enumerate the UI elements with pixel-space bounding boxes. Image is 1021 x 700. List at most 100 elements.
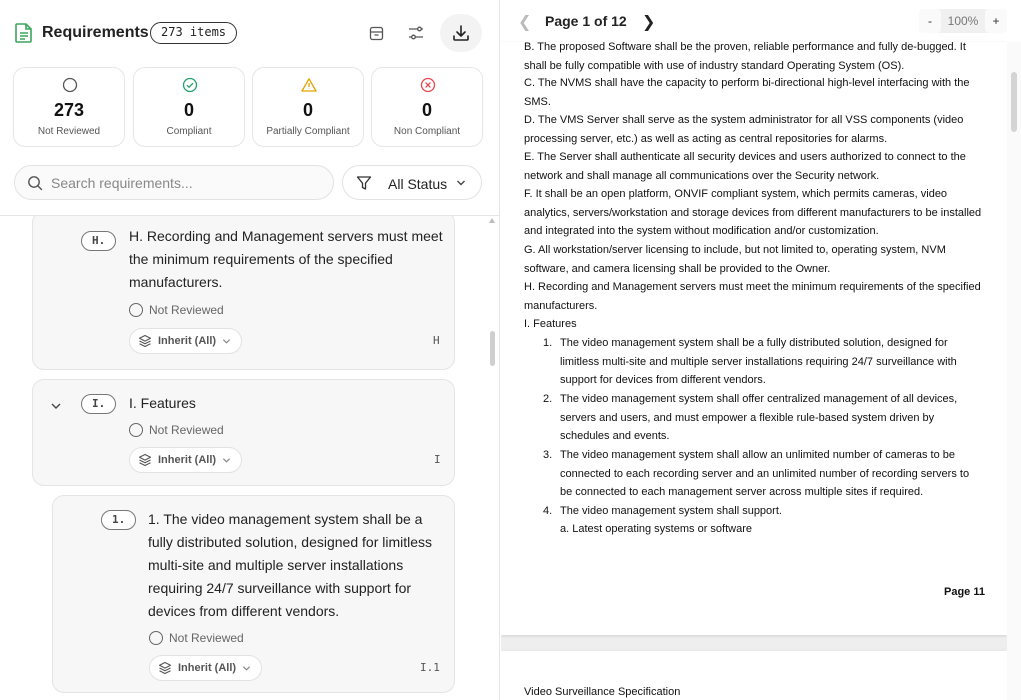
list-text: The video management system shall be a f… (560, 337, 957, 387)
scrollbar-thumb[interactable] (1011, 72, 1017, 132)
inherit-label: Inherit (All) (158, 335, 217, 347)
stat-compliant[interactable]: 0 Compliant (133, 67, 245, 147)
document-paragraph: D. The VMS Server shall serve as the sys… (524, 114, 964, 145)
chevron-down-icon (222, 457, 231, 463)
document-paragraph: H. Recording and Management servers must… (524, 281, 981, 312)
requirement-card[interactable]: I. I. Features Not Reviewed Inherit (All… (32, 379, 455, 486)
stat-label: Not Reviewed (37, 126, 101, 137)
requirement-badge: I. (81, 394, 117, 414)
viewer-scrollbar[interactable] (1007, 42, 1021, 700)
requirements-header: Requirements 273 items (0, 0, 499, 66)
inherit-dropdown[interactable]: Inherit (All) (129, 328, 243, 354)
list-number: 3. (543, 449, 553, 461)
document-page: B. The proposed Software shall be the pr… (501, 42, 1007, 635)
requirements-list: H. H. Recording and Management servers m… (0, 216, 499, 700)
inherit-dropdown[interactable]: Inherit (All) (129, 447, 243, 473)
page-footer: Page 11 (944, 586, 985, 598)
list-number: 1. (543, 337, 553, 349)
scroll-up-arrow-icon[interactable] (489, 218, 495, 223)
requirement-text: I. Features (129, 395, 196, 411)
list-number: 2. (543, 393, 553, 405)
inherit-label: Inherit (All) (178, 662, 237, 674)
circle-icon (129, 303, 143, 317)
circle-icon (149, 631, 163, 645)
chevron-down-icon (457, 180, 465, 186)
review-status[interactable]: Not Reviewed (129, 303, 224, 317)
stat-value: 0 (302, 100, 313, 120)
status-filter-dropdown[interactable]: All Status (342, 165, 482, 200)
stat-value: 0 (421, 100, 432, 120)
search-icon (28, 176, 43, 191)
inherit-label: Inherit (All) (158, 454, 217, 466)
requirement-code: I (434, 453, 441, 466)
warning-triangle-icon (301, 78, 317, 92)
search-box (14, 165, 334, 200)
list-number: 4. (543, 505, 553, 517)
scrollbar-thumb[interactable] (490, 331, 495, 366)
chevron-down-icon (222, 338, 231, 344)
requirement-card[interactable]: 1. 1. The video management system shall … (52, 495, 455, 693)
document-paragraph: E. The Server shall authenticate all sec… (524, 151, 966, 182)
settings-sliders-button[interactable] (403, 20, 429, 46)
status-label: Not Reviewed (149, 423, 224, 437)
list-scrollbar[interactable] (488, 216, 496, 700)
stat-label: Compliant (166, 126, 212, 137)
document-paragraph: I. Features (524, 318, 577, 330)
page-title: Requirements (42, 24, 149, 41)
document-paragraph: G. All workstation/server licensing to i… (524, 244, 946, 275)
layers-icon (138, 453, 152, 467)
status-label: Not Reviewed (169, 631, 244, 645)
check-circle-icon (182, 77, 198, 93)
archive-icon (369, 26, 383, 40)
document-page: Video Surveillance Specification (501, 651, 1007, 700)
chevron-right-icon[interactable]: ❯ (642, 12, 655, 32)
stat-label: Non Compliant (393, 126, 461, 137)
requirement-badge: H. (81, 231, 117, 251)
zoom-out-button[interactable]: - (919, 9, 941, 33)
review-status[interactable]: Not Reviewed (129, 423, 224, 437)
filter-icon (356, 176, 372, 190)
chevron-down-icon[interactable] (50, 400, 62, 412)
status-label: Not Reviewed (149, 303, 224, 317)
requirement-text: 1. The video management system shall be … (148, 511, 433, 619)
requirement-card[interactable]: H. H. Recording and Management servers m… (32, 216, 455, 370)
requirements-panel: Requirements 273 items 273 Not Reviewed … (0, 0, 500, 700)
document-viewer: ❮ Page 1 of 12 ❯ - 100% + B. The propose… (501, 0, 1021, 700)
stat-value: 0 (183, 100, 194, 120)
stat-not-reviewed[interactable]: 273 Not Reviewed (13, 67, 125, 147)
document-icon (15, 23, 32, 43)
items-count-badge: 273 items (150, 22, 238, 44)
document-sub-item: a. Latest operating systems or software (560, 523, 752, 535)
download-button[interactable] (440, 14, 482, 52)
requirement-code: I.1 (420, 661, 440, 674)
page-indicator: Page 1 of 12 (545, 13, 627, 29)
document-paragraph: F. It shall be an open platform, ONVIF c… (524, 188, 982, 238)
archive-button[interactable] (363, 20, 389, 46)
x-circle-icon (420, 77, 436, 93)
stat-partially-compliant[interactable]: 0 Partially Compliant (252, 67, 364, 147)
stat-non-compliant[interactable]: 0 Non Compliant (371, 67, 483, 147)
requirement-badge: 1. (101, 510, 137, 530)
circle-icon (129, 423, 143, 437)
review-status[interactable]: Not Reviewed (149, 631, 244, 645)
status-summary: 273 Not Reviewed 0 Compliant 0 Partially… (13, 67, 483, 147)
layers-icon (138, 334, 152, 348)
stat-label: Partially Compliant (266, 126, 350, 137)
list-text: The video management system shall offer … (560, 393, 958, 443)
search-input[interactable] (51, 173, 321, 193)
chevron-left-icon[interactable]: ❮ (518, 12, 531, 32)
stat-value: 273 (53, 100, 85, 120)
inherit-dropdown[interactable]: Inherit (All) (149, 655, 263, 681)
zoom-level: 100% (947, 14, 979, 28)
sliders-icon (409, 26, 423, 40)
list-text: The video management system shall allow … (560, 449, 970, 499)
page-header: Video Surveillance Specification (524, 686, 681, 698)
zoom-control: - 100% + (919, 9, 1007, 33)
layers-icon (158, 661, 172, 675)
requirement-text: H. Recording and Management servers must… (129, 228, 443, 290)
download-icon (453, 25, 469, 41)
requirement-code: H (433, 334, 440, 347)
filter-label: All Status (388, 176, 448, 192)
circle-icon (62, 77, 78, 93)
zoom-in-button[interactable]: + (985, 9, 1007, 33)
